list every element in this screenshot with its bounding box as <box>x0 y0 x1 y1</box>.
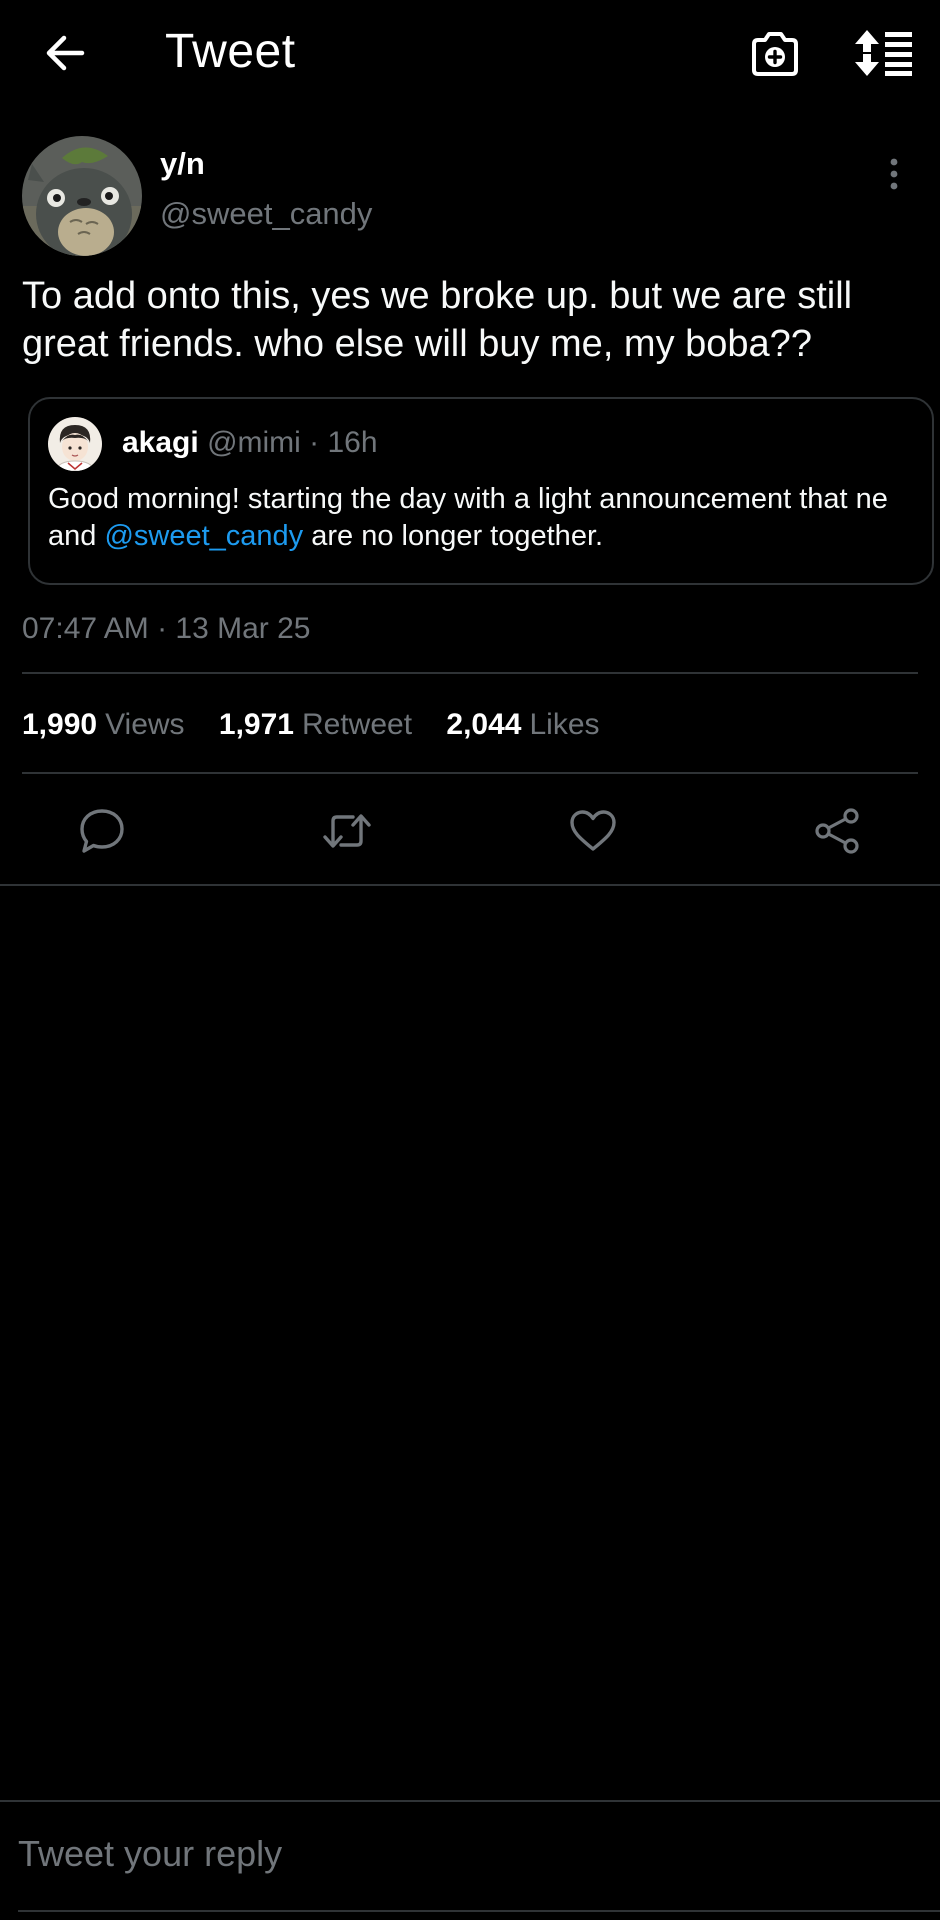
likes-stat[interactable]: 2,044 Likes <box>446 706 599 744</box>
page-title: Tweet <box>165 25 296 78</box>
reply-input[interactable] <box>18 1826 918 1882</box>
share-button[interactable] <box>812 805 864 857</box>
divider <box>22 772 918 774</box>
avatar-image <box>22 136 142 256</box>
quoted-tweet-text: Good morning! starting the day with a li… <box>48 481 908 555</box>
tweet-detail-screen: Tweet y/n @sweet_candy To add onto this,… <box>0 0 940 1920</box>
back-button[interactable] <box>40 28 90 78</box>
reply-bar-bottom-border <box>18 1910 940 1912</box>
tweet-timestamp: 07:47 AM · 13 Mar 25 <box>22 612 311 645</box>
arrow-left-icon <box>46 35 85 71</box>
retweet-icon <box>323 814 371 848</box>
quoted-tweet-time: · 16h <box>300 426 378 459</box>
like-button[interactable] <box>567 805 619 857</box>
camera-plus-icon <box>752 32 798 76</box>
quoted-avatar-image <box>48 417 102 471</box>
sort-list-icon <box>855 30 912 76</box>
likes-count: 2,044 <box>446 708 522 741</box>
retweets-stat[interactable]: 1,971 Retweet <box>219 706 412 744</box>
retweets-label: Retweet <box>301 708 413 741</box>
views-count: 1,990 <box>22 708 98 741</box>
retweets-count: 1,971 <box>218 708 294 741</box>
quoted-author-name[interactable]: akagi <box>122 426 199 459</box>
tweet-text: To add onto this, yes we broke up. but w… <box>22 275 853 365</box>
top-app-bar: Tweet <box>0 0 940 108</box>
divider <box>22 672 918 674</box>
more-vertical-icon <box>890 158 898 190</box>
quoted-author-avatar <box>48 417 102 471</box>
sort-button[interactable] <box>854 28 912 78</box>
quoted-tweet-card[interactable]: akagi @mimi · 16h Good morning! starting… <box>28 397 934 585</box>
divider <box>0 884 940 886</box>
share-icon <box>815 808 859 854</box>
author-avatar[interactable] <box>22 136 142 256</box>
heart-icon <box>570 810 616 851</box>
retweet-button[interactable] <box>321 805 373 857</box>
reply-bar-top-border <box>0 1800 940 1802</box>
more-options-button[interactable] <box>880 158 908 190</box>
reply-button[interactable] <box>76 805 128 857</box>
camera-button[interactable] <box>748 28 802 82</box>
views-label: Views <box>105 708 185 741</box>
comment-icon <box>80 809 124 853</box>
author-handle[interactable]: @sweet_candy <box>160 195 372 233</box>
author-display-name[interactable]: y/n <box>160 145 205 183</box>
quoted-text-end: are no longer together. <box>303 520 604 552</box>
quoted-tweet-meta: akagi @mimi · 16h <box>122 425 378 461</box>
mention-link[interactable]: @sweet_candy <box>104 520 303 552</box>
likes-label: Likes <box>529 708 600 741</box>
views-stat[interactable]: 1,990 Views <box>22 706 185 744</box>
quoted-author-handle[interactable]: @mimi <box>207 426 301 459</box>
tweet-stats: 1,990 Views 1,971 Retweet 2,044 Likes <box>22 706 626 744</box>
